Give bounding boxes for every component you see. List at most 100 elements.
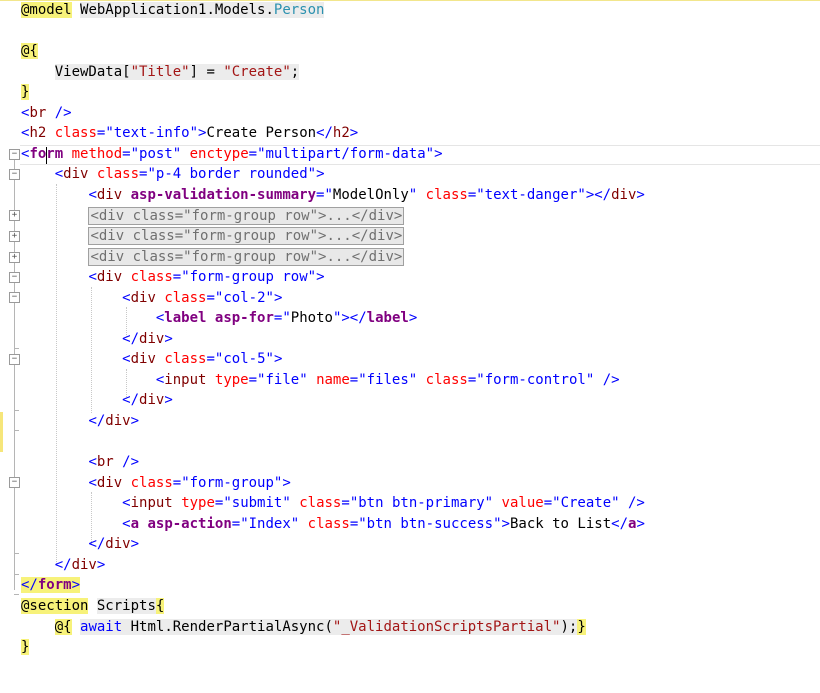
code-token: } bbox=[21, 84, 30, 101]
code-line[interactable]: <div class="form-group row"> bbox=[21, 267, 324, 287]
code-line[interactable]: </div> bbox=[21, 390, 173, 410]
code-token: ); bbox=[560, 618, 578, 635]
code-token: </ bbox=[316, 125, 333, 142]
code-token: "file" bbox=[257, 371, 308, 388]
code-line[interactable]: <div asp-validation-summary="ModelOnly" … bbox=[21, 185, 644, 205]
code-token: = bbox=[543, 495, 553, 512]
code-token: > bbox=[349, 125, 359, 142]
code-line[interactable]: ViewData["Title"] = "Create"; bbox=[21, 62, 300, 82]
expand-icon[interactable]: + bbox=[9, 210, 20, 221]
code-line[interactable]: </div> bbox=[21, 534, 139, 554]
code-line[interactable]: } bbox=[21, 82, 30, 102]
code-line[interactable]: <div class="col-5"> bbox=[21, 349, 282, 369]
code-line[interactable]: <div class="form-group row">...</div> bbox=[21, 247, 405, 267]
code-token: "p-4 border rounded" bbox=[147, 166, 317, 183]
code-line[interactable]: </form> bbox=[21, 575, 81, 595]
code-line[interactable]: <label asp-for="Photo"></label> bbox=[21, 308, 417, 328]
code-line[interactable]: </div> bbox=[21, 411, 139, 431]
code-line[interactable]: <div class="form-group row">...</div> bbox=[21, 206, 405, 226]
code-token: label bbox=[164, 310, 207, 327]
code-line[interactable]: <input type="file" name="files" class="f… bbox=[21, 370, 620, 390]
code-line[interactable]: @section Scripts{ bbox=[21, 596, 165, 616]
code-token: = bbox=[248, 371, 258, 388]
code-token: "post" bbox=[130, 145, 182, 162]
collapsed-region[interactable]: <div class="form-group row">...</div> bbox=[88, 206, 405, 225]
code-token: ] = bbox=[189, 63, 224, 80]
collapse-icon[interactable]: − bbox=[9, 354, 20, 365]
code-token: < bbox=[122, 515, 131, 532]
fold-end bbox=[14, 594, 19, 595]
code-token: = bbox=[349, 371, 359, 388]
expand-icon[interactable]: + bbox=[9, 252, 20, 263]
code-token: Html.RenderPartialAsync( bbox=[122, 618, 333, 635]
code-line[interactable]: @{ bbox=[21, 41, 38, 61]
code-token: < bbox=[88, 269, 97, 286]
code-line[interactable]: </div> bbox=[21, 329, 173, 349]
fold-end bbox=[14, 430, 19, 431]
code-token: value bbox=[501, 495, 544, 512]
code-token: "Index" bbox=[240, 515, 300, 532]
collapsed-region[interactable]: <div class="form-group row">...</div> bbox=[88, 227, 405, 246]
collapse-icon[interactable]: − bbox=[9, 477, 20, 488]
collapse-icon[interactable]: − bbox=[9, 272, 20, 283]
code-line[interactable]: </div> bbox=[21, 555, 106, 575]
code-line[interactable]: @model WebApplication1.Models.Person bbox=[21, 0, 325, 20]
code-line[interactable]: <a asp-action="Index" class="btn btn-suc… bbox=[21, 514, 645, 534]
code-token: = bbox=[341, 495, 350, 512]
code-line[interactable]: <form method="post" enctype="multipart/f… bbox=[21, 144, 443, 164]
code-token: < bbox=[122, 495, 131, 512]
code-token: = bbox=[467, 186, 477, 203]
code-line[interactable]: <br /> bbox=[21, 452, 139, 472]
code-line[interactable]: <div class="col-2"> bbox=[21, 288, 282, 308]
code-line[interactable]: <div class="p-4 border rounded"> bbox=[21, 164, 325, 184]
code-line[interactable]: <div class="form-group"> bbox=[21, 473, 290, 493]
code-token: class bbox=[307, 515, 350, 532]
code-token: div bbox=[139, 330, 165, 347]
collapsed-region[interactable]: <div class="form-group row">...</div> bbox=[88, 247, 405, 266]
code-token: "Create" bbox=[552, 495, 620, 512]
code-line[interactable]: <input type="submit" class="btn btn-prim… bbox=[21, 493, 645, 513]
code-line[interactable]: @{ await Html.RenderPartialAsync("_Valid… bbox=[21, 617, 586, 637]
code-token: /> bbox=[113, 454, 140, 471]
code-line[interactable]: <br /> bbox=[21, 103, 72, 123]
code-token: > bbox=[273, 289, 283, 306]
expand-icon[interactable]: + bbox=[9, 231, 20, 242]
collapse-icon[interactable]: − bbox=[9, 149, 20, 160]
code-line[interactable]: <div class="form-group row">...</div> bbox=[21, 226, 405, 246]
code-token: "col-5" bbox=[214, 351, 274, 368]
code-token: < bbox=[122, 289, 131, 306]
fold-end bbox=[14, 553, 19, 554]
code-token: class bbox=[299, 495, 342, 512]
code-token: "text-danger" bbox=[476, 186, 586, 203]
code-token: @section bbox=[21, 597, 89, 614]
collapse-icon[interactable]: − bbox=[9, 169, 20, 180]
code-token: > bbox=[130, 413, 140, 429]
code-line[interactable]: <h2 class="text-info">Create Person</h2> bbox=[21, 123, 358, 143]
code-token: = bbox=[248, 145, 258, 162]
code-token: enctype bbox=[189, 145, 249, 162]
code-token: input bbox=[164, 371, 207, 388]
code-token: br bbox=[29, 104, 47, 121]
code-editor[interactable]: − − + + + − − − − @model WebApplication1… bbox=[0, 0, 820, 693]
code-token: > bbox=[273, 351, 283, 368]
code-token: div bbox=[63, 166, 89, 183]
code-line[interactable]: } bbox=[21, 637, 30, 657]
collapse-icon[interactable]: − bbox=[9, 292, 20, 303]
code-token: h2 bbox=[29, 125, 47, 142]
code-token: div bbox=[96, 186, 123, 203]
code-token: /> bbox=[46, 104, 72, 121]
code-token: ></ bbox=[341, 310, 367, 327]
